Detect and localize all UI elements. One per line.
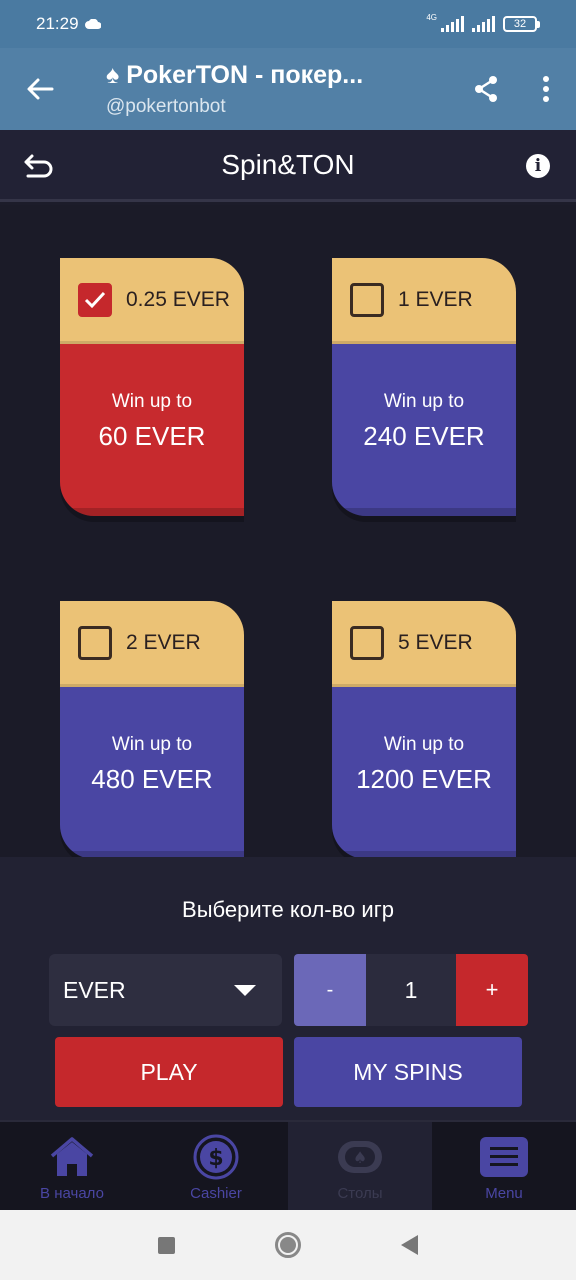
menu-icon (480, 1137, 528, 1177)
nav-tables-label: Столы (337, 1185, 383, 1202)
nav-home-label: В начало (40, 1185, 104, 1202)
share-button[interactable] (456, 48, 516, 130)
dollar-icon: $ (193, 1134, 239, 1180)
bot-username: @pokertonbot (106, 95, 226, 117)
nav-menu[interactable]: Menu (432, 1122, 576, 1210)
spade-icon: ♠ (106, 60, 120, 89)
choose-games-label: Выберите кол-во игр (182, 897, 394, 922)
info-icon[interactable]: i (526, 154, 550, 178)
home-icon (50, 1137, 94, 1176)
nav-cashier[interactable]: $ Cashier (144, 1122, 288, 1210)
nav-home[interactable]: В начало (0, 1122, 144, 1210)
nav-cashier-label: Cashier (190, 1185, 242, 1202)
recents-icon[interactable] (158, 1236, 175, 1254)
svg-text:♠: ♠ (353, 1148, 367, 1167)
bot-title-text: PokerTON - покер... (126, 60, 364, 89)
stake-label: 0.25 EVER (126, 287, 230, 311)
chevron-down-icon (234, 985, 256, 996)
games-count-value[interactable]: 1 (366, 954, 456, 1026)
network-type: 4G (426, 12, 437, 22)
currency-select[interactable]: EVER (49, 954, 282, 1026)
card-table-icon: ♠ (338, 1141, 382, 1173)
decrement-button[interactable]: - (294, 954, 366, 1026)
stake-card-0[interactable]: 0.25 EVER Win up to 60 EVER (60, 258, 244, 516)
nav-menu-label: Menu (485, 1185, 523, 1202)
chat-header: ♠ PokerTON - покер... @pokertonbot (0, 48, 576, 130)
signal-icon-2 (472, 16, 495, 32)
stake-card-1[interactable]: 1 EVER Win up to 240 EVER (332, 258, 516, 516)
arrow-left-icon (27, 78, 54, 100)
back-button[interactable] (0, 48, 80, 130)
prize-value: 480 EVER (91, 763, 213, 794)
stake-card-3[interactable]: 5 EVER Win up to 1200 EVER (332, 601, 516, 859)
page-title: Spin&TON (221, 148, 355, 180)
stake-cards: 0.25 EVER Win up to 60 EVER 1 EVER Win u… (0, 205, 576, 859)
status-bar: 21:29 4G 32 (0, 0, 576, 48)
system-navigation (0, 1210, 576, 1280)
stake-label: 1 EVER (398, 287, 473, 311)
status-time: 21:29 (36, 14, 79, 33)
prize-value: 1200 EVER (356, 763, 492, 794)
stake-label: 2 EVER (126, 630, 201, 654)
checkmark-icon (84, 291, 106, 308)
stake-label: 5 EVER (398, 630, 473, 654)
prize-value: 240 EVER (363, 420, 485, 451)
my-spins-button[interactable]: MY SPINS (294, 1037, 522, 1107)
share-icon (475, 76, 497, 102)
checkbox[interactable] (350, 625, 384, 660)
prize-value: 60 EVER (98, 420, 206, 451)
nav-tables[interactable]: ♠ Столы (288, 1122, 432, 1210)
app-header: Spin&TON i (0, 130, 576, 202)
win-label: Win up to (383, 390, 465, 412)
checkbox[interactable] (78, 625, 112, 660)
bot-title[interactable]: ♠ PokerTON - покер... (106, 61, 406, 90)
win-label: Win up to (383, 733, 465, 755)
undo-arrow-icon[interactable] (22, 152, 54, 180)
cloud-icon (84, 19, 101, 29)
games-count-stepper: - 1 + (294, 954, 528, 1026)
home-button-icon[interactable] (275, 1232, 301, 1258)
svg-text:$: $ (208, 1146, 223, 1171)
checkbox-checked[interactable] (78, 282, 112, 317)
more-button[interactable] (516, 48, 576, 130)
win-label: Win up to (111, 390, 193, 412)
signal-icon (441, 16, 464, 32)
play-button[interactable]: PLAY (55, 1037, 283, 1107)
battery-icon: 32 (503, 16, 540, 32)
currency-value: EVER (63, 976, 126, 1003)
game-controls: Выберите кол-во игр EVER - 1 + PLAY MY S… (0, 857, 576, 1120)
bottom-navigation: В начало $ Cashier ♠ Столы Menu (0, 1120, 576, 1210)
checkbox[interactable] (350, 282, 384, 317)
increment-button[interactable]: + (456, 954, 528, 1026)
back-triangle-icon[interactable] (401, 1235, 418, 1255)
kebab-menu-icon (543, 76, 549, 102)
win-label: Win up to (111, 733, 193, 755)
stake-card-2[interactable]: 2 EVER Win up to 480 EVER (60, 601, 244, 859)
battery-level: 32 (503, 16, 537, 32)
